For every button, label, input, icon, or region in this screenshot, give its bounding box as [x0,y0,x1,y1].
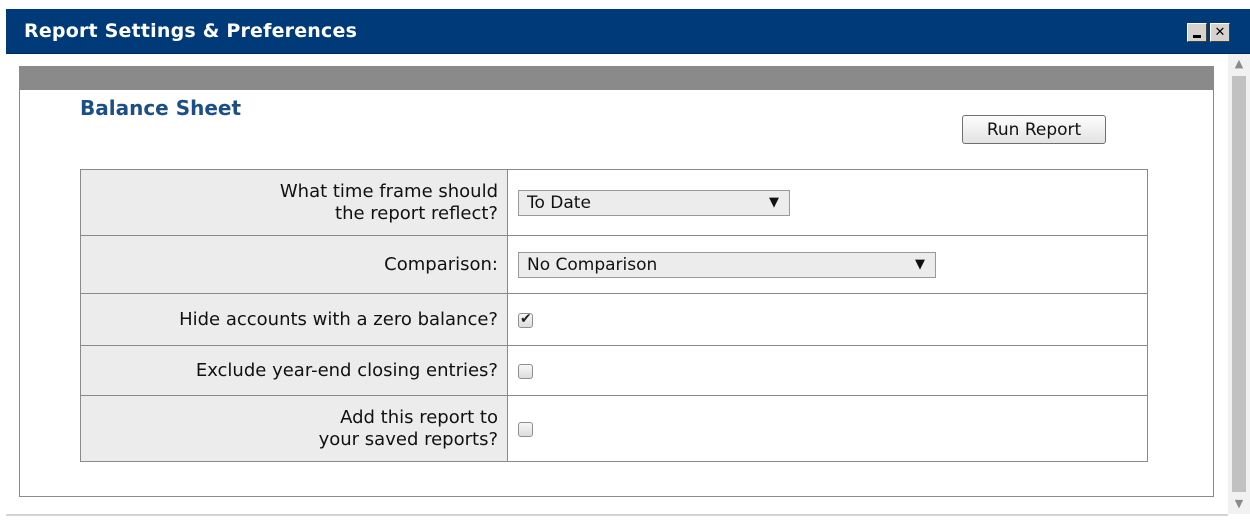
time-frame-label-line2: the report reflect? [335,202,498,224]
minimize-icon [1193,35,1201,38]
exclude-closing-cell [507,345,1148,396]
hide-zero-cell: ✔ [507,293,1148,346]
add-saved-label-line2: your saved reports? [318,428,498,450]
window-titlebar: Report Settings & Preferences ✕ [6,9,1250,54]
chevron-down-icon: ▼ [769,194,779,210]
exclude-closing-checkbox[interactable] [518,364,533,379]
table-row: Hide accounts with a zero balance? ✔ [80,293,1148,346]
table-row: Exclude year-end closing entries? [80,345,1148,396]
divider [6,514,1228,516]
time-frame-cell: To Date ▼ [507,169,1148,236]
scroll-down-arrow-icon[interactable]: ▼ [1228,494,1250,514]
comparison-selected: No Comparison [527,254,658,275]
table-row: What time frame should the report reflec… [80,169,1148,236]
time-frame-selected: To Date [527,192,591,213]
add-saved-label: Add this report to your saved reports? [80,395,508,462]
table-row: Comparison: No Comparison ▼ [80,235,1148,294]
close-icon: ✕ [1214,25,1226,40]
add-saved-checkbox[interactable] [518,422,533,437]
run-report-button[interactable]: Run Report [962,115,1106,144]
hide-zero-label: Hide accounts with a zero balance? [80,293,508,346]
settings-table: What time frame should the report reflec… [80,169,1148,462]
time-frame-select[interactable]: To Date ▼ [518,189,790,216]
comparison-label: Comparison: [80,235,508,294]
report-settings-panel: Balance Sheet Run Report What time frame… [19,66,1214,497]
report-title: Balance Sheet [80,96,242,120]
time-frame-label-line1: What time frame should [279,180,498,202]
add-saved-cell [507,395,1148,462]
minimize-button[interactable] [1187,23,1207,42]
vertical-scrollbar[interactable]: ▲ ▼ [1228,54,1250,514]
hide-zero-checkbox[interactable]: ✔ [518,311,533,328]
checkmark-icon: ✔ [520,311,532,327]
close-button[interactable]: ✕ [1210,23,1230,42]
chevron-down-icon: ▼ [915,256,925,272]
exclude-closing-label: Exclude year-end closing entries? [80,345,508,396]
comparison-select[interactable]: No Comparison ▼ [518,251,936,278]
add-saved-label-line1: Add this report to [340,406,498,428]
panel-header-bar [20,67,1213,90]
scroll-up-arrow-icon[interactable]: ▲ [1228,54,1250,74]
window-title: Report Settings & Preferences [24,20,358,42]
comparison-cell: No Comparison ▼ [507,235,1148,294]
time-frame-label: What time frame should the report reflec… [80,169,508,236]
scroll-thumb[interactable] [1232,76,1246,492]
table-row: Add this report to your saved reports? [80,395,1148,462]
dialog-content: Balance Sheet Run Report What time frame… [6,54,1228,514]
